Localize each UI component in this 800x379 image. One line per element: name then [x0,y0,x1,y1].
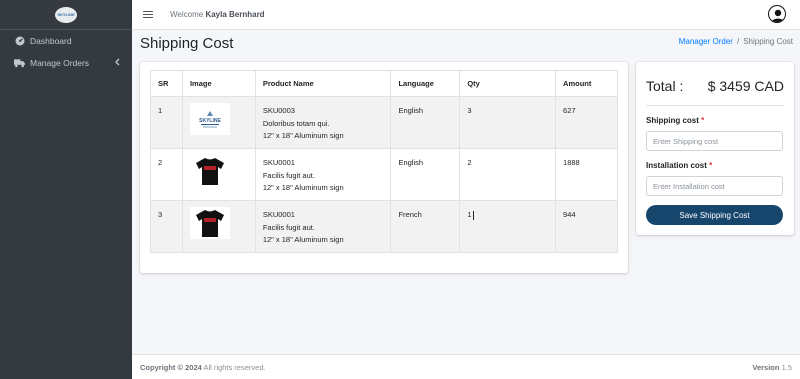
order-items-card: SR Image Product Name Language Qty Amoun… [140,62,628,273]
product-image-tshirt [189,207,230,239]
cell-language: French [390,200,461,253]
column-header-sr: SR [150,70,183,97]
cell-qty[interactable]: 2 [459,148,557,201]
chevron-left-icon [115,58,120,68]
breadcrumb-link-manager-order[interactable]: Manager Order [679,37,733,46]
user-name: Kayla Bernhard [205,10,265,19]
product-sku: SKU0001 [262,158,295,167]
table-header-row: SR Image Product Name Language Qty Amoun… [150,70,618,97]
sidebar-item-label: Dashboard [30,36,72,46]
product-size: 12" x 18" Aluminum sign [262,235,344,244]
user-avatar-icon[interactable] [768,5,786,23]
cell-amount: 1888 [555,148,618,201]
welcome-text: Welcome Kayla Bernhard [170,10,265,19]
column-header-image: Image [181,70,256,97]
breadcrumb-separator: / [736,37,740,46]
sidebar-item-manage-orders[interactable]: Manage Orders [0,52,132,74]
svg-text:SKYLINE: SKYLINE [199,118,221,124]
sidebar-item-label: Manage Orders [30,58,90,68]
cell-sr: 2 [150,148,183,201]
required-mark: * [701,116,705,125]
cell-amount: 944 [555,200,618,253]
copyright-suffix: All rights reserved. [203,362,266,372]
qty-value[interactable]: 1 [467,210,471,219]
cell-product-name: SKU0001 Facilis fugit aut. 12" x 18" Alu… [254,200,392,253]
cell-qty[interactable]: 1 [459,200,557,253]
product-sku: SKU0001 [262,210,295,219]
shipping-cost-label: Shipping cost * [646,116,704,125]
cell-sr: 1 [150,96,183,149]
column-header-qty: Qty [459,70,557,97]
page-title: Shipping Cost [140,35,234,52]
menu-toggle-icon[interactable] [143,10,153,19]
breadcrumb-current: Shipping Cost [743,37,793,46]
copyright-prefix: Copyright © 2024 [140,362,202,372]
sidebar: SKYLINE Dashboard Manage Orders [0,0,132,379]
cell-sr: 3 [150,200,183,253]
sidebar-item-dashboard[interactable]: Dashboard [0,30,132,52]
footer: Copyright © 2024 All rights reserved. Ve… [132,354,800,379]
installation-cost-label-text: Installation cost [646,161,707,170]
installation-cost-input[interactable] [646,176,783,196]
column-header-language: Language [390,70,461,97]
cell-image [181,200,256,253]
text-cursor [472,210,474,220]
version: Version 1.5 [752,363,792,372]
product-title: Facilis fugit aut. [262,170,315,180]
divider [646,105,784,106]
welcome-prefix: Welcome [170,10,204,19]
installation-cost-label: Installation cost * [646,161,712,170]
product-title: Doloribus totam qui. [262,118,330,128]
cell-image [181,148,256,201]
shipping-summary-card: Total : $ 3459 CAD Shipping cost * Insta… [636,62,794,235]
cell-product-name: SKU0003 Doloribus totam qui. 12" x 18" A… [254,96,392,149]
cell-product-name: SKU0001 Facilis fugit aut. 12" x 18" Alu… [254,148,392,201]
truck-icon [14,58,25,69]
breadcrumb: Manager Order / Shipping Cost [679,37,793,46]
save-shipping-cost-button[interactable]: Save Shipping Cost [646,205,783,225]
total-row: Total : $ 3459 CAD [646,78,784,94]
version-label: Version [752,362,780,372]
cell-language: English [390,96,461,149]
required-mark: * [709,161,713,170]
copyright: Copyright © 2024 All rights reserved. [140,363,266,372]
product-image-logo-sign: SKYLINE [189,103,230,135]
dashboard-icon [14,36,25,47]
total-label: Total : [646,78,684,94]
cell-language: English [390,148,461,201]
brand[interactable]: SKYLINE [0,0,132,30]
product-sku: SKU0003 [262,106,295,115]
column-header-product-name: Product Name [254,70,392,97]
table-row: 3 SKU0001 Facilis fugit aut. 12" x 18" A… [150,200,618,253]
total-value: $ 3459 CAD [707,78,784,94]
order-items-table: SR Image Product Name Language Qty Amoun… [150,70,618,253]
table-row: 1 SKYLINE SKU0003 Doloribus totam qui. 1… [150,96,618,149]
cell-image: SKYLINE [181,96,256,149]
brand-logo[interactable]: SKYLINE [55,6,77,23]
version-value: 1.5 [781,362,792,372]
cell-amount: 627 [555,96,618,149]
product-title: Facilis fugit aut. [262,222,315,232]
top-navbar: Welcome Kayla Bernhard [132,0,800,30]
column-header-amount: Amount [555,70,618,97]
shipping-cost-input[interactable] [646,131,783,151]
shipping-cost-label-text: Shipping cost [646,116,699,125]
product-image-tshirt [189,155,230,187]
product-size: 12" x 18" Aluminum sign [262,131,344,140]
cell-qty[interactable]: 3 [459,96,557,149]
product-size: 12" x 18" Aluminum sign [262,183,344,192]
table-row: 2 SKU0001 Facilis fugit aut. 12" x 18" A… [150,148,618,201]
